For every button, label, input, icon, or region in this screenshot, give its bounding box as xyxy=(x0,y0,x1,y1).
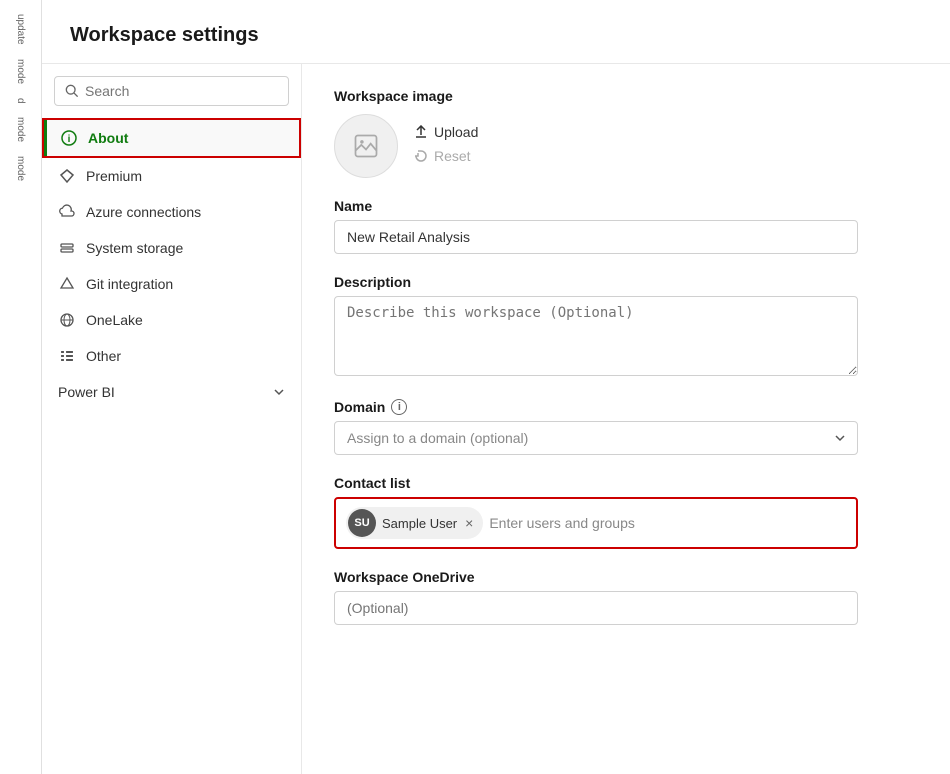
chip-remove-button[interactable]: × xyxy=(463,516,475,530)
onedrive-label: Workspace OneDrive xyxy=(334,569,918,585)
info-circle-icon: i xyxy=(60,129,78,147)
sidebar-item-label-premium: Premium xyxy=(86,168,142,184)
name-input[interactable] xyxy=(334,220,858,254)
image-actions: Upload Reset xyxy=(414,114,478,166)
sidebar-item-label-git: Git integration xyxy=(86,276,173,292)
reset-button[interactable]: Reset xyxy=(414,146,478,166)
sidebar-item-git-integration[interactable]: Git integration xyxy=(42,266,301,302)
sidebar-item-label-azure: Azure connections xyxy=(86,204,201,220)
contact-list-box[interactable]: SU Sample User × Enter users and groups xyxy=(334,497,858,549)
avatar: SU xyxy=(348,509,376,537)
domain-label: Domain i xyxy=(334,399,918,415)
sidebar-item-system-storage[interactable]: System storage xyxy=(42,230,301,266)
sidebar-item-azure-connections[interactable]: Azure connections xyxy=(42,194,301,230)
onedrive-input[interactable] xyxy=(334,591,858,625)
diamond-icon xyxy=(58,167,76,185)
upload-icon xyxy=(414,125,428,139)
onedrive-field-group: Workspace OneDrive xyxy=(334,569,918,625)
user-name: Sample User xyxy=(382,516,457,531)
left-edge-item[interactable]: d xyxy=(13,94,28,108)
list-icon xyxy=(58,347,76,365)
user-chip: SU Sample User × xyxy=(346,507,483,539)
description-field-group: Description xyxy=(334,274,918,379)
domain-field-group: Domain i Assign to a domain (optional) xyxy=(334,399,918,455)
chevron-down-icon xyxy=(273,386,285,398)
sidebar-item-label-other: Other xyxy=(86,348,121,364)
search-icon xyxy=(65,84,79,98)
name-label: Name xyxy=(334,198,918,214)
settings-main-content: Workspace image xyxy=(302,64,950,774)
reset-icon xyxy=(414,149,428,163)
description-label: Description xyxy=(334,274,918,290)
name-field-group: Name xyxy=(334,198,918,254)
search-input[interactable] xyxy=(85,83,278,99)
workspace-settings-header: Workspace settings xyxy=(42,0,950,64)
active-indicator xyxy=(44,120,47,156)
search-box[interactable] xyxy=(54,76,289,106)
main-panel: Workspace settings i xyxy=(42,0,950,774)
sidebar-item-label-onelake: OneLake xyxy=(86,312,143,328)
left-edge-item[interactable]: update xyxy=(13,10,28,49)
section-label-power-bi: Power BI xyxy=(58,384,115,400)
contact-list-field-group: Contact list SU Sample User × Enter user… xyxy=(334,475,918,549)
image-icon xyxy=(352,132,380,160)
storage-icon xyxy=(58,239,76,257)
upload-button[interactable]: Upload xyxy=(414,122,478,142)
svg-text:i: i xyxy=(68,134,71,145)
sidebar-item-about[interactable]: i About xyxy=(42,118,301,158)
workspace-image-placeholder xyxy=(334,114,398,178)
left-edge-nav: update mode d mode mode xyxy=(0,0,42,774)
left-edge-item[interactable]: mode xyxy=(13,55,28,88)
sidebar-item-premium[interactable]: Premium xyxy=(42,158,301,194)
contact-list-label: Contact list xyxy=(334,475,918,491)
description-input[interactable] xyxy=(334,296,858,376)
cloud-icon xyxy=(58,203,76,221)
sidebar-item-onelake[interactable]: OneLake xyxy=(42,302,301,338)
workspace-image-label: Workspace image xyxy=(334,88,918,104)
upload-label: Upload xyxy=(434,124,478,140)
git-icon xyxy=(58,275,76,293)
sidebar-item-label-about: About xyxy=(88,130,128,146)
sidebar-item-label-storage: System storage xyxy=(86,240,183,256)
domain-select[interactable]: Assign to a domain (optional) xyxy=(334,421,858,455)
page-title: Workspace settings xyxy=(70,24,922,47)
sidebar-item-other[interactable]: Other xyxy=(42,338,301,374)
workspace-image-row: Upload Reset xyxy=(334,114,918,178)
sidebar: i About Premium xyxy=(42,64,302,774)
left-edge-item[interactable]: mode xyxy=(13,113,28,146)
domain-info-icon[interactable]: i xyxy=(391,399,407,415)
globe-icon xyxy=(58,311,76,329)
left-edge-item[interactable]: mode xyxy=(13,152,28,185)
content-area: i About Premium xyxy=(42,64,950,774)
sidebar-section-power-bi[interactable]: Power BI xyxy=(42,374,301,410)
reset-label: Reset xyxy=(434,148,471,164)
domain-wrapper: Assign to a domain (optional) xyxy=(334,421,858,455)
contact-input-placeholder[interactable]: Enter users and groups xyxy=(489,515,846,531)
